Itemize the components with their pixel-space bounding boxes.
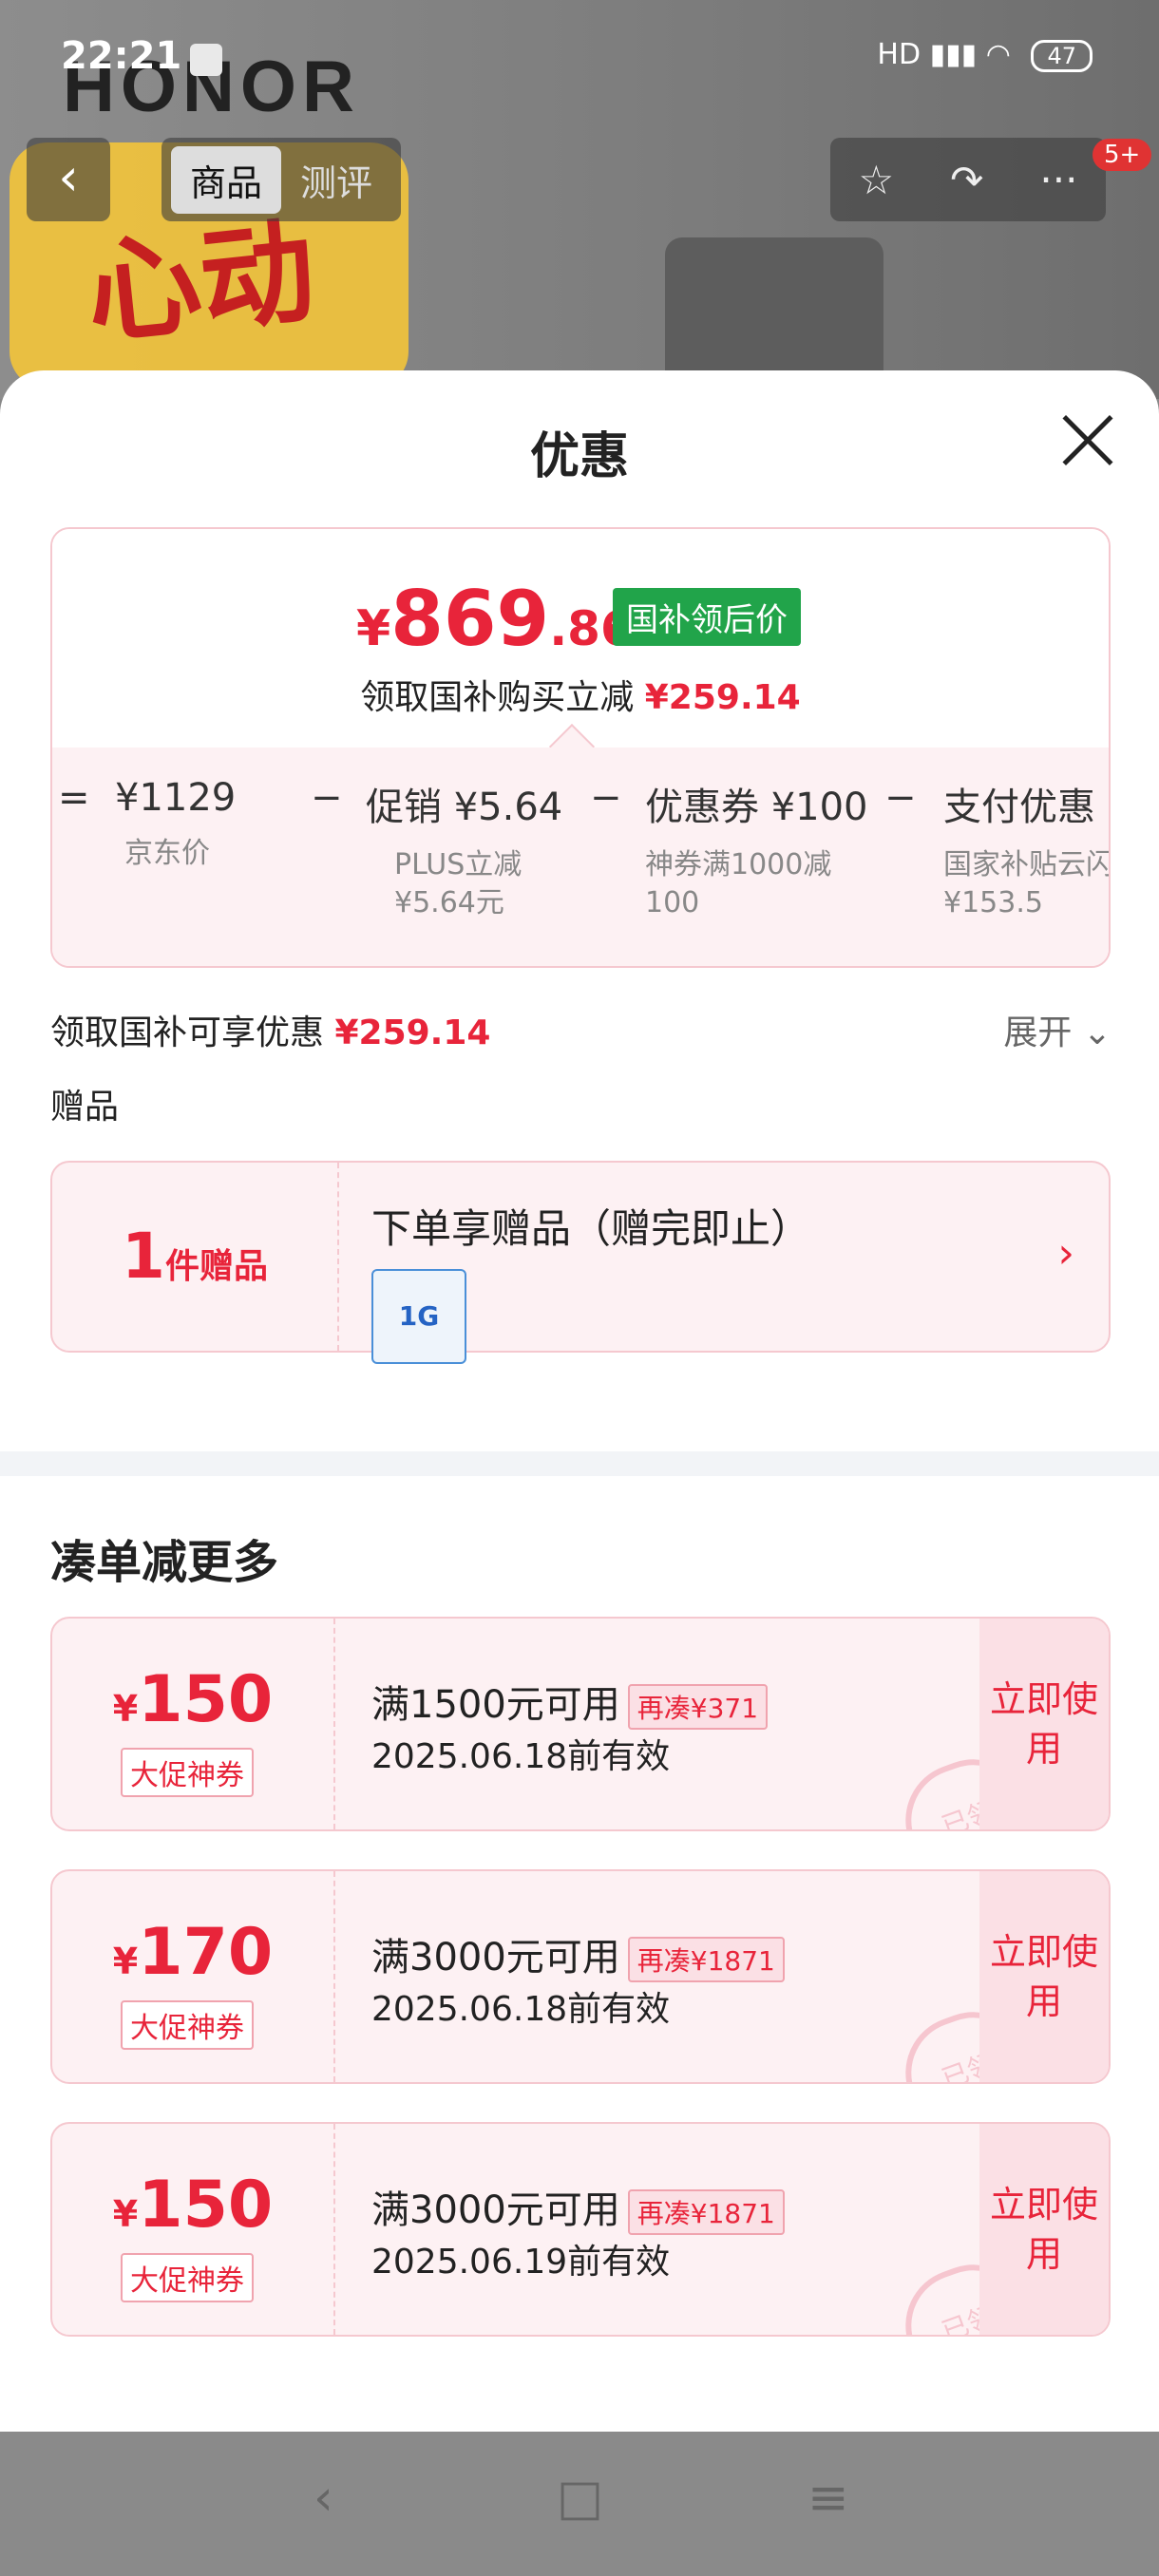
coupon-card[interactable]: ¥170 大促神券 满3000元可用 再凑¥1871 2025.06.18前有效 … bbox=[50, 1869, 1111, 2084]
minus-sign: − bbox=[590, 776, 622, 820]
coupon-amount: ¥150 bbox=[112, 1662, 274, 1737]
gift-count: 1件赠品 bbox=[52, 1163, 339, 1351]
breakdown-item: 促销 ¥5.64 PLUS立减 ¥5.64元 bbox=[366, 786, 563, 919]
tab-bar: 商品 测评 bbox=[162, 138, 402, 221]
tab-review[interactable]: 测评 bbox=[281, 146, 391, 214]
gift-heading: 赠品 bbox=[50, 1088, 120, 1127]
share-icon[interactable]: ↷ bbox=[950, 157, 983, 203]
chevron-left-icon: ‹ bbox=[58, 147, 79, 207]
back-button[interactable]: ‹ bbox=[27, 138, 110, 221]
coupon-amount: ¥170 bbox=[112, 1915, 274, 1990]
expand-button[interactable]: 展开 ⌄ bbox=[1003, 1005, 1112, 1054]
battery-icon: 47 bbox=[1031, 40, 1092, 72]
wifi-icon: ◠ bbox=[985, 38, 1011, 71]
more-icon[interactable]: ··· bbox=[1039, 157, 1077, 203]
coupon-condition: 满3000元可用 再凑¥1871 bbox=[371, 1926, 785, 1982]
coupon-condition: 满3000元可用 再凑¥1871 bbox=[371, 2179, 785, 2235]
signal-icon: ▮▮▮ bbox=[929, 38, 978, 71]
minus-sign: − bbox=[884, 776, 917, 820]
coupon-remaining-chip: 再凑¥1871 bbox=[627, 1937, 785, 1982]
coupon-remaining-chip: 再凑¥371 bbox=[627, 1684, 769, 1730]
subsidy-saving-line: 领取国补购买立减 ¥259.14 bbox=[360, 678, 801, 717]
coupon-validity: 2025.06.18前有效 bbox=[371, 1737, 671, 1776]
system-nav-bar: ‹ □ ≡ bbox=[0, 2432, 1159, 2576]
use-now-button[interactable]: 立即使用 bbox=[979, 2124, 1109, 2335]
close-icon[interactable] bbox=[1054, 407, 1121, 473]
nav-menu-button[interactable]: ≡ bbox=[808, 2470, 849, 2527]
discount-sheet: 优惠 ¥869.86 国补领后价 领取国补购买立减 ¥259.14 = ¥112… bbox=[0, 370, 1159, 2576]
coupon-validity: 2025.06.18前有效 bbox=[371, 1990, 671, 2029]
subsidy-price-tag: 国补领后价 bbox=[613, 588, 801, 646]
gift-title: 下单享赠品（赠完即止） bbox=[371, 1205, 811, 1252]
message-count-badge: 5+ bbox=[1092, 139, 1152, 171]
breakdown-item: 优惠券 ¥100 神券满1000减 100 bbox=[645, 786, 868, 919]
nav-back-button[interactable]: ‹ bbox=[314, 2470, 333, 2527]
status-bar: 22:21 HD ▮▮▮ ◠ 47 bbox=[0, 0, 1159, 104]
section-divider bbox=[0, 1451, 1159, 1476]
coupon-validity: 2025.06.19前有效 bbox=[371, 2243, 671, 2282]
coupon-amount: ¥150 bbox=[112, 2168, 274, 2243]
status-indicators: HD ▮▮▮ ◠ 47 bbox=[877, 38, 1092, 72]
minus-sign: − bbox=[311, 776, 343, 820]
final-price: ¥869.86 bbox=[356, 575, 634, 663]
coupon-tag: 大促神券 bbox=[121, 2000, 254, 2050]
tab-product[interactable]: 商品 bbox=[171, 145, 282, 214]
sheet-title: 优惠 bbox=[529, 428, 629, 485]
use-now-button[interactable]: 立即使用 bbox=[979, 1619, 1109, 1829]
nav-home-button[interactable]: □ bbox=[557, 2470, 603, 2527]
coupon-remaining-chip: 再凑¥1871 bbox=[627, 2189, 785, 2235]
use-now-button[interactable]: 立即使用 bbox=[979, 1871, 1109, 2082]
equals-sign: = bbox=[58, 776, 90, 820]
chevron-right-icon: › bbox=[1057, 1229, 1074, 1278]
price-breakdown[interactable]: = ¥1129 京东价 − 促销 ¥5.64 PLUS立减 ¥5.64元 − 优惠… bbox=[52, 748, 1109, 966]
chevron-down-icon: ⌄ bbox=[1082, 1013, 1112, 1052]
product-top-bar: ‹ 商品 测评 ☆ ↷ ··· bbox=[0, 138, 1159, 223]
gift-thumbnail: 1G bbox=[371, 1269, 466, 1364]
coupon-tag: 大促神券 bbox=[121, 1748, 254, 1797]
action-group: ☆ ↷ ··· bbox=[830, 138, 1106, 221]
star-icon[interactable]: ☆ bbox=[859, 157, 895, 203]
breakdown-item: 支付优惠 ¥15 国家补贴云闪付¥153.5 bbox=[943, 786, 1109, 919]
status-time: 22:21 bbox=[61, 34, 182, 78]
price-summary-card: ¥869.86 国补领后价 领取国补购买立减 ¥259.14 = ¥1129 京… bbox=[50, 527, 1111, 968]
section-title: 凑单减更多 bbox=[50, 1536, 279, 1589]
coupon-card[interactable]: ¥150 大促神券 满1500元可用 再凑¥371 2025.06.18前有效 已… bbox=[50, 1617, 1111, 1831]
notification-app-icon bbox=[190, 44, 222, 76]
breakdown-item: ¥1129 京东价 bbox=[115, 776, 237, 870]
subsidy-row: 领取国补可享优惠 ¥259.14 bbox=[50, 1013, 491, 1052]
gift-card[interactable]: 1件赠品 下单享赠品（赠完即止） 1G › bbox=[50, 1161, 1111, 1364]
coupon-card[interactable]: ¥150 大促神券 满3000元可用 再凑¥1871 2025.06.19前有效 … bbox=[50, 2122, 1111, 2337]
network-type: HD bbox=[877, 38, 922, 71]
coupon-tag: 大促神券 bbox=[121, 2253, 254, 2302]
coupon-condition: 满1500元可用 再凑¥371 bbox=[371, 1674, 769, 1730]
